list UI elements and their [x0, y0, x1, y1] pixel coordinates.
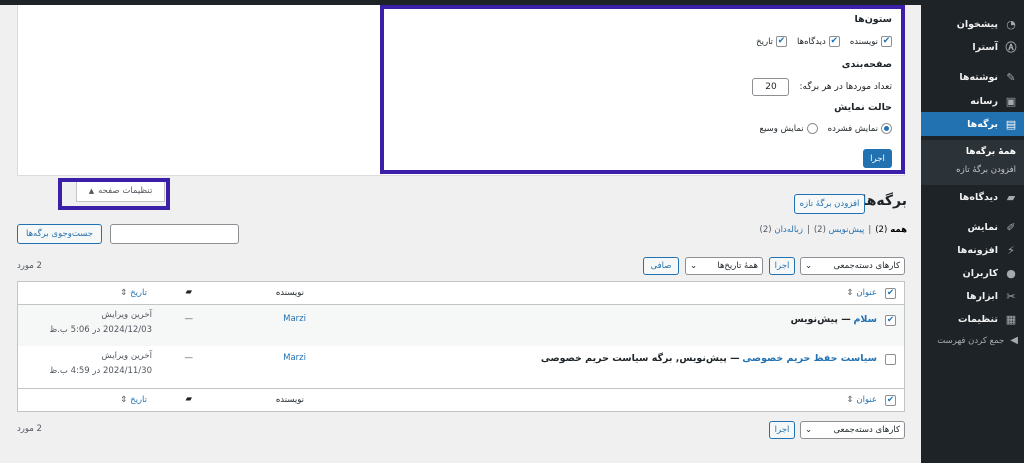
bulk-actions-select-bottom[interactable]: کارهای دسته‌جمعی ⌄: [800, 421, 905, 439]
item-count-bottom: 2 مورد: [17, 424, 42, 434]
row-title: سیاست حفظ حریم خصوصی — پیش‌نویس, برگه سی…: [540, 353, 877, 364]
pin-icon: ✎: [1006, 70, 1016, 84]
sidebar-item-label: رسانه: [970, 95, 998, 107]
sidebar-item-comments[interactable]: ▰ دیدگاه‌ها: [921, 185, 1024, 209]
filter-trash[interactable]: زباله‌دان (2): [760, 225, 803, 235]
sidebar-item-astra[interactable]: Ⓐ آسترا: [921, 35, 1024, 59]
users-icon: ●: [1006, 266, 1016, 280]
bulk-actions-select-top[interactable]: کارهای دسته‌جمعی ⌄: [800, 257, 905, 275]
sidebar-item-label: برگه‌ها: [967, 118, 998, 130]
submenu-all-pages[interactable]: همهٔ برگه‌ها: [966, 147, 1016, 157]
sidebar-item-appearance[interactable]: ✐ نمایش: [921, 215, 1024, 239]
collapse-label: جمع کردن فهرست: [937, 335, 1005, 346]
comment-bubble-icon: ▰: [185, 287, 192, 297]
row-checkbox[interactable]: ✔: [885, 315, 896, 326]
bulk-apply-button-top[interactable]: اجرا: [769, 257, 795, 275]
admin-sidebar: ◔ پیشخوان Ⓐ آسترا ✎ نوشته‌ها ▣ رسانه ▤ ب…: [914, 5, 1024, 463]
filter-button[interactable]: صافی: [643, 257, 679, 275]
chevron-down-icon: ⌄: [805, 425, 813, 435]
row-author[interactable]: Marzi: [283, 314, 306, 324]
filter-all[interactable]: همه (2): [875, 225, 907, 235]
column-author-footer: نویسنده: [275, 395, 304, 405]
plugins-icon: ⚡: [1007, 243, 1015, 257]
column-author-header: نویسنده: [275, 288, 304, 298]
sidebar-item-users[interactable]: ● کاربران: [921, 261, 1024, 285]
search-input[interactable]: [110, 224, 239, 244]
pages-table: ✔ عنوان ⇕ نویسنده ▰ تاریخ ⇕ ✔ سلام — پیش…: [17, 281, 905, 412]
sidebar-item-label: تنظیمات: [957, 313, 998, 325]
sidebar-item-label: آسترا: [972, 41, 998, 53]
table-row: ✔ سلام — پیش‌نویس Marzi — آخرین ویرایش 2…: [18, 305, 904, 346]
select-all-checkbox[interactable]: ✔: [885, 288, 896, 299]
row-date-value: 2024/11/30 در 4:59 ب.ظ: [49, 366, 152, 376]
sidebar-item-plugins[interactable]: ⚡ افزونه‌ها: [921, 238, 1024, 262]
collapse-menu-button[interactable]: ◀ جمع کردن فهرست: [937, 335, 1018, 346]
column-date-footer[interactable]: تاریخ ⇕: [120, 395, 147, 405]
date-filter-select[interactable]: همهٔ تاریخ‌ها ⌄: [685, 257, 763, 275]
sidebar-item-media[interactable]: ▣ رسانه: [921, 89, 1024, 113]
bulk-apply-button-bottom[interactable]: اجرا: [769, 421, 795, 439]
settings-icon: ▦: [1005, 312, 1017, 326]
comments-icon: ▰: [1006, 190, 1016, 204]
sidebar-item-pages[interactable]: ▤ برگه‌ها: [914, 112, 1024, 136]
column-date-header[interactable]: تاریخ ⇕: [120, 288, 147, 298]
sidebar-item-label: دیدگاه‌ها: [959, 191, 998, 203]
select-all-checkbox[interactable]: ✔: [885, 395, 896, 406]
add-new-page-button[interactable]: افزودن برگهٔ تازه: [794, 194, 865, 214]
column-title-header[interactable]: عنوان ⇕: [847, 288, 877, 298]
row-author[interactable]: Marzi: [283, 353, 306, 363]
sort-icon: ⇕: [846, 395, 854, 405]
table-row: ✔ سیاست حفظ حریم خصوصی — پیش‌نویس, برگه …: [18, 346, 904, 387]
sidebar-item-label: افزونه‌ها: [957, 244, 998, 256]
sidebar-item-label: پیشخوان: [956, 18, 998, 30]
row-comments: —: [184, 353, 194, 363]
item-count-top: 2 مورد: [17, 261, 42, 271]
pages-icon: ▤: [1005, 117, 1017, 131]
row-checkbox[interactable]: ✔: [885, 354, 896, 365]
row-date-label: آخرین ویرایش: [101, 310, 152, 320]
dashboard-icon: ◔: [1006, 17, 1016, 31]
chevron-down-icon: ⌄: [690, 261, 698, 271]
pages-submenu: همهٔ برگه‌ها افزودن برگهٔ تازه: [921, 140, 1024, 185]
sidebar-item-settings[interactable]: ▦ تنظیمات: [921, 307, 1024, 331]
row-comments: —: [184, 314, 194, 324]
row-date-value: 2024/12/03 در 5:06 ب.ظ: [49, 325, 152, 335]
chevron-down-icon: ⌄: [805, 261, 813, 271]
sidebar-item-label: ابزارها: [966, 290, 998, 302]
sort-icon: ⇕: [120, 395, 128, 405]
row-title: سلام — پیش‌نویس: [790, 314, 877, 325]
appearance-icon: ✐: [1006, 220, 1016, 234]
table-header: ✔ عنوان ⇕ نویسنده ▰ تاریخ ⇕: [18, 282, 904, 305]
sidebar-item-tools[interactable]: ✂ ابزارها: [921, 284, 1024, 308]
page-title: برگه‌ها: [861, 193, 907, 209]
collapse-icon: ◀: [1010, 335, 1018, 346]
highlight-box-screen-options-tab: [58, 178, 170, 210]
search-pages-button[interactable]: جست‌وجوی برگه‌ها: [17, 224, 102, 244]
row-date-label: آخرین ویرایش: [101, 351, 152, 361]
status-filters: همه (2) | پیش‌نویس (2) | زباله‌دان (2): [759, 225, 907, 235]
sort-icon: ⇕: [120, 288, 128, 298]
astra-icon: Ⓐ: [1005, 41, 1017, 54]
sort-icon: ⇕: [846, 288, 854, 298]
media-icon: ▣: [1005, 94, 1017, 108]
filter-drafts[interactable]: پیش‌نویس (2): [814, 225, 865, 235]
highlight-box-screen-options: [380, 5, 905, 174]
sidebar-item-label: کاربران: [962, 267, 998, 279]
table-footer: ✔ عنوان ⇕ نویسنده ▰ تاریخ ⇕: [18, 388, 904, 411]
sidebar-item-label: نمایش: [967, 221, 999, 233]
sidebar-item-label: نوشته‌ها: [959, 71, 998, 83]
sidebar-item-dashboard[interactable]: ◔ پیشخوان: [921, 12, 1024, 36]
comment-bubble-icon: ▰: [185, 394, 192, 404]
column-title-footer[interactable]: عنوان ⇕: [847, 395, 877, 405]
tools-icon: ✂: [1006, 289, 1016, 303]
sidebar-item-posts[interactable]: ✎ نوشته‌ها: [921, 65, 1024, 89]
submenu-add-new-page[interactable]: افزودن برگهٔ تازه: [956, 165, 1016, 175]
